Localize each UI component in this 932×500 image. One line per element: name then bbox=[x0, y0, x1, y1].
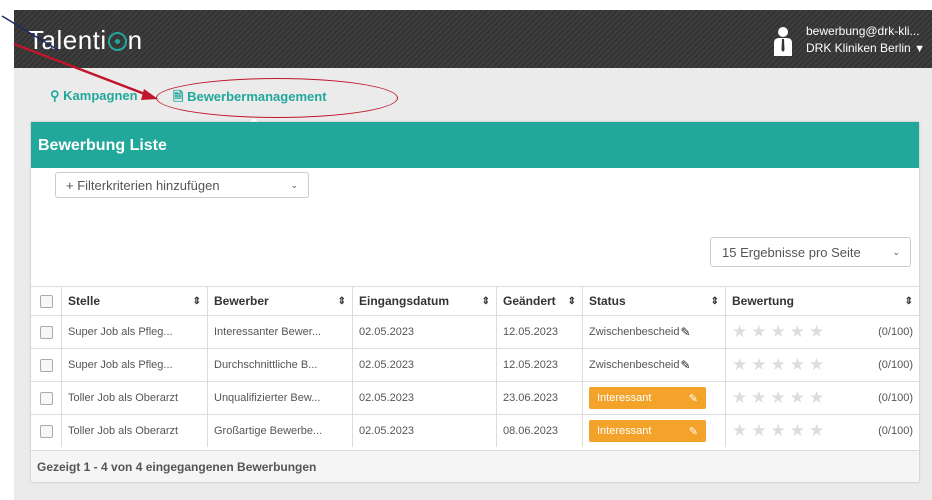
row-checkbox[interactable] bbox=[40, 325, 53, 339]
cell-status: Interessant ✎ bbox=[582, 415, 725, 447]
app-logo[interactable]: Talenti n bbox=[28, 25, 143, 56]
pencil-icon[interactable]: ✎ bbox=[681, 325, 691, 339]
cell-stelle: Toller Job als Oberarzt bbox=[61, 415, 207, 447]
col-header-bewertung[interactable]: Bewertung ⇕ bbox=[725, 287, 919, 315]
user-email: bewerbung@drk-kli... bbox=[806, 24, 920, 38]
user-org-dropdown[interactable]: DRK Kliniken Berlin ▼ bbox=[806, 41, 925, 55]
rating-stars[interactable]: ★★★★★ bbox=[732, 388, 828, 408]
cell-geaendert: 12.05.2023 bbox=[496, 349, 582, 381]
user-icon[interactable] bbox=[772, 26, 794, 56]
cell-status: Interessant ✎ bbox=[582, 382, 725, 414]
nav-bar: ⚲ Kampagnen 🗎 Bewerbermanagement bbox=[14, 68, 932, 122]
table-row[interactable]: Super Job als Pfleg... Interessanter Bew… bbox=[31, 315, 919, 348]
select-all-checkbox[interactable] bbox=[40, 294, 53, 308]
panel-title: Bewerbung Liste bbox=[38, 137, 167, 154]
cell-bewertung: ★★★★★ (0/100) bbox=[725, 316, 919, 348]
row-checkbox[interactable] bbox=[40, 358, 53, 372]
row-checkbox-cell bbox=[31, 382, 61, 414]
nav-item-kampagnen[interactable]: ⚲ Kampagnen bbox=[50, 88, 138, 104]
filter-select[interactable]: + Filterkriterien hinzufügen ⌄ bbox=[55, 172, 309, 198]
cell-bewertung: ★★★★★ (0/100) bbox=[725, 382, 919, 414]
table-row[interactable]: Toller Job als Oberarzt Unqualifizierter… bbox=[31, 381, 919, 414]
col-header-geaendert[interactable]: Geändert ⇕ bbox=[496, 287, 582, 315]
table-footer: Gezeigt 1 - 4 von 4 eingegangenen Bewerb… bbox=[31, 450, 919, 482]
col-header-status[interactable]: Status ⇕ bbox=[582, 287, 725, 315]
sort-icon: ⇕ bbox=[904, 295, 913, 307]
cell-bewerber: Interessanter Bewer... bbox=[207, 316, 352, 348]
cell-eingangsdatum: 02.05.2023 bbox=[352, 415, 496, 447]
cell-stelle: Super Job als Pfleg... bbox=[61, 349, 207, 381]
pencil-icon[interactable]: ✎ bbox=[681, 358, 691, 372]
col-header-stelle[interactable]: Stelle ⇕ bbox=[61, 287, 207, 315]
col-header-bewerber[interactable]: Bewerber ⇕ bbox=[207, 287, 352, 315]
cell-eingangsdatum: 02.05.2023 bbox=[352, 382, 496, 414]
row-checkbox-cell bbox=[31, 316, 61, 348]
cell-stelle: Toller Job als Oberarzt bbox=[61, 382, 207, 414]
table-row[interactable]: Toller Job als Oberarzt Großartige Bewer… bbox=[31, 414, 919, 447]
table-row[interactable]: Super Job als Pfleg... Durchschnittliche… bbox=[31, 348, 919, 381]
cell-status[interactable]: Zwischenbescheid ✎ bbox=[582, 316, 725, 348]
lightbulb-icon: ⚲ bbox=[50, 88, 60, 103]
cell-geaendert: 23.06.2023 bbox=[496, 382, 582, 414]
results-summary: Gezeigt 1 - 4 von 4 eingegangenen Bewerb… bbox=[37, 460, 317, 474]
cell-geaendert: 12.05.2023 bbox=[496, 316, 582, 348]
pencil-icon[interactable]: ✎ bbox=[689, 392, 698, 405]
row-checkbox[interactable] bbox=[40, 391, 53, 405]
cell-eingangsdatum: 02.05.2023 bbox=[352, 349, 496, 381]
col-header-eingangsdatum[interactable]: Eingangsdatum ⇕ bbox=[352, 287, 496, 315]
sort-icon: ⇕ bbox=[337, 295, 346, 307]
annotation-oval bbox=[156, 78, 398, 118]
pencil-icon[interactable]: ✎ bbox=[689, 425, 698, 438]
row-checkbox-cell bbox=[31, 349, 61, 381]
table-header-row: Stelle ⇕ Bewerber ⇕ Eingangsdatum ⇕ Geänder… bbox=[31, 286, 919, 315]
rating-score: (0/100) bbox=[878, 425, 913, 437]
cell-bewerber: Unqualifizierter Bew... bbox=[207, 382, 352, 414]
panel-header: Bewerbung Liste bbox=[31, 122, 919, 168]
top-bar: Talenti n bewerbung@drk-kli... DRK Klinik… bbox=[14, 10, 932, 68]
select-all-checkbox-cell bbox=[31, 287, 61, 315]
rating-score: (0/100) bbox=[878, 392, 913, 404]
cell-bewertung: ★★★★★ (0/100) bbox=[725, 415, 919, 447]
cell-status[interactable]: Zwischenbescheid ✎ bbox=[582, 349, 725, 381]
logo-o-icon bbox=[107, 32, 127, 51]
chevron-down-icon: ▼ bbox=[914, 43, 925, 55]
status-text: Zwischenbescheid bbox=[589, 326, 680, 338]
sort-icon: ⇕ bbox=[710, 295, 719, 307]
cell-geaendert: 08.06.2023 bbox=[496, 415, 582, 447]
sort-icon: ⇕ bbox=[567, 295, 576, 307]
rating-stars[interactable]: ★★★★★ bbox=[732, 355, 828, 375]
cell-bewerber: Großartige Bewerbe... bbox=[207, 415, 352, 447]
sort-icon: ⇕ bbox=[481, 295, 490, 307]
status-pill[interactable]: Interessant ✎ bbox=[589, 420, 706, 442]
rating-score: (0/100) bbox=[878, 359, 913, 371]
applications-panel: Bewerbung Liste + Filterkriterien hinzuf… bbox=[31, 122, 919, 482]
cell-stelle: Super Job als Pfleg... bbox=[61, 316, 207, 348]
rating-stars[interactable]: ★★★★★ bbox=[732, 421, 828, 441]
per-page-select[interactable]: 15 Ergebnisse pro Seite ⌄ bbox=[710, 237, 911, 267]
chevron-down-icon: ⌄ bbox=[892, 247, 900, 257]
row-checkbox[interactable] bbox=[40, 424, 53, 438]
cell-bewerber: Durchschnittliche B... bbox=[207, 349, 352, 381]
row-checkbox-cell bbox=[31, 415, 61, 447]
cell-eingangsdatum: 02.05.2023 bbox=[352, 316, 496, 348]
rating-score: (0/100) bbox=[878, 326, 913, 338]
status-pill[interactable]: Interessant ✎ bbox=[589, 387, 706, 409]
sort-icon: ⇕ bbox=[192, 295, 201, 307]
cell-bewertung: ★★★★★ (0/100) bbox=[725, 349, 919, 381]
chevron-down-icon: ⌄ bbox=[290, 180, 298, 190]
status-text: Zwischenbescheid bbox=[589, 359, 680, 371]
rating-stars[interactable]: ★★★★★ bbox=[732, 322, 828, 342]
